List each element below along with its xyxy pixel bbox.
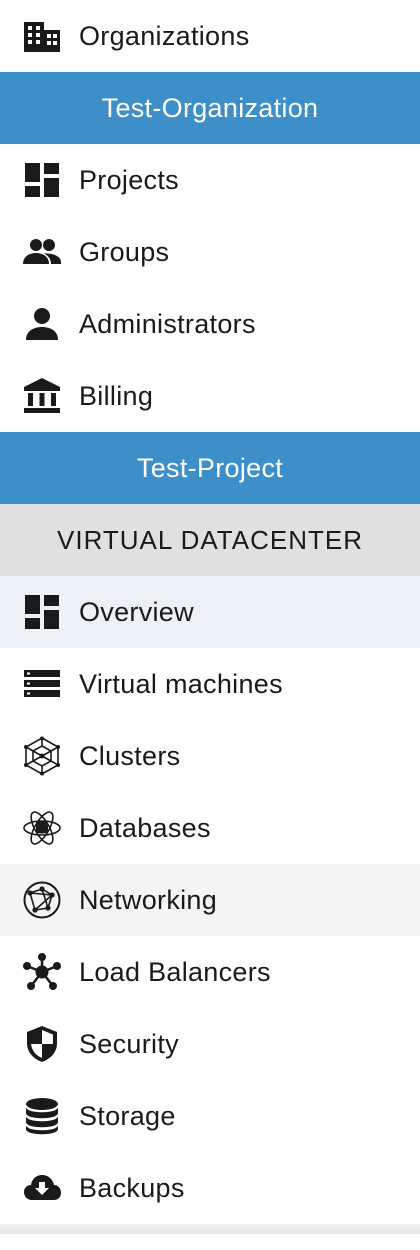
sidebar-item-virtual-machines[interactable]: Virtual machines <box>0 648 420 720</box>
organization-header[interactable]: Test-Organization <box>0 72 420 144</box>
sidebar-item-label: Organizations <box>79 20 250 51</box>
sidebar-item-overview[interactable]: Overview <box>0 576 420 648</box>
sidebar-item-projects[interactable]: Projects <box>0 144 420 216</box>
sidebar-bottom-edge <box>0 1224 420 1234</box>
sidebar-item-label: Security <box>79 1028 179 1059</box>
sidebar-navigation: Organizations Test-Organization Projects… <box>0 0 420 1234</box>
sidebar-item-label: Projects <box>79 164 179 195</box>
sidebar-item-backups[interactable]: Backups <box>0 1152 420 1224</box>
sidebar-item-label: Billing <box>79 380 154 411</box>
sidebar-item-clusters[interactable]: Clusters <box>0 720 420 792</box>
sidebar-item-label: Databases <box>79 812 211 843</box>
sidebar-item-organizations[interactable]: Organizations <box>0 0 420 72</box>
sidebar-item-label: Backups <box>79 1172 185 1203</box>
project-header[interactable]: Test-Project <box>0 432 420 504</box>
sidebar-item-label: Virtual machines <box>79 668 283 699</box>
sidebar-item-label: Networking <box>79 884 218 915</box>
sidebar-item-administrators[interactable]: Administrators <box>0 288 420 360</box>
people-icon <box>22 232 62 272</box>
section-title: VIRTUAL DATACENTER <box>0 504 420 576</box>
bank-icon <box>22 376 62 416</box>
sidebar-item-billing[interactable]: Billing <box>0 360 420 432</box>
sidebar-item-networking[interactable]: Networking <box>0 864 420 936</box>
dashboard-icon <box>22 592 62 632</box>
dashboard-icon <box>22 160 62 200</box>
building-icon <box>22 16 62 56</box>
sidebar-item-label: Overview <box>79 596 194 627</box>
sidebar-item-label: Clusters <box>79 740 181 771</box>
sidebar-item-load-balancers[interactable]: Load Balancers <box>0 936 420 1008</box>
sidebar-item-security[interactable]: Security <box>0 1008 420 1080</box>
globe-network-icon <box>22 880 62 920</box>
sidebar-item-groups[interactable]: Groups <box>0 216 420 288</box>
sidebar-item-storage[interactable]: Storage <box>0 1080 420 1152</box>
sidebar-item-label: Load Balancers <box>79 956 271 987</box>
database-atom-icon <box>22 808 62 848</box>
storage-icon <box>22 1096 62 1136</box>
cloud-download-icon <box>22 1168 62 1208</box>
sidebar-item-label: Groups <box>79 236 170 267</box>
sidebar-item-label: Administrators <box>79 308 256 339</box>
cluster-icon <box>22 736 62 776</box>
sidebar-item-databases[interactable]: Databases <box>0 792 420 864</box>
sidebar-item-label: Storage <box>79 1100 176 1131</box>
hub-icon <box>22 952 62 992</box>
server-icon <box>22 664 62 704</box>
shield-icon <box>22 1024 62 1064</box>
person-icon <box>22 304 62 344</box>
